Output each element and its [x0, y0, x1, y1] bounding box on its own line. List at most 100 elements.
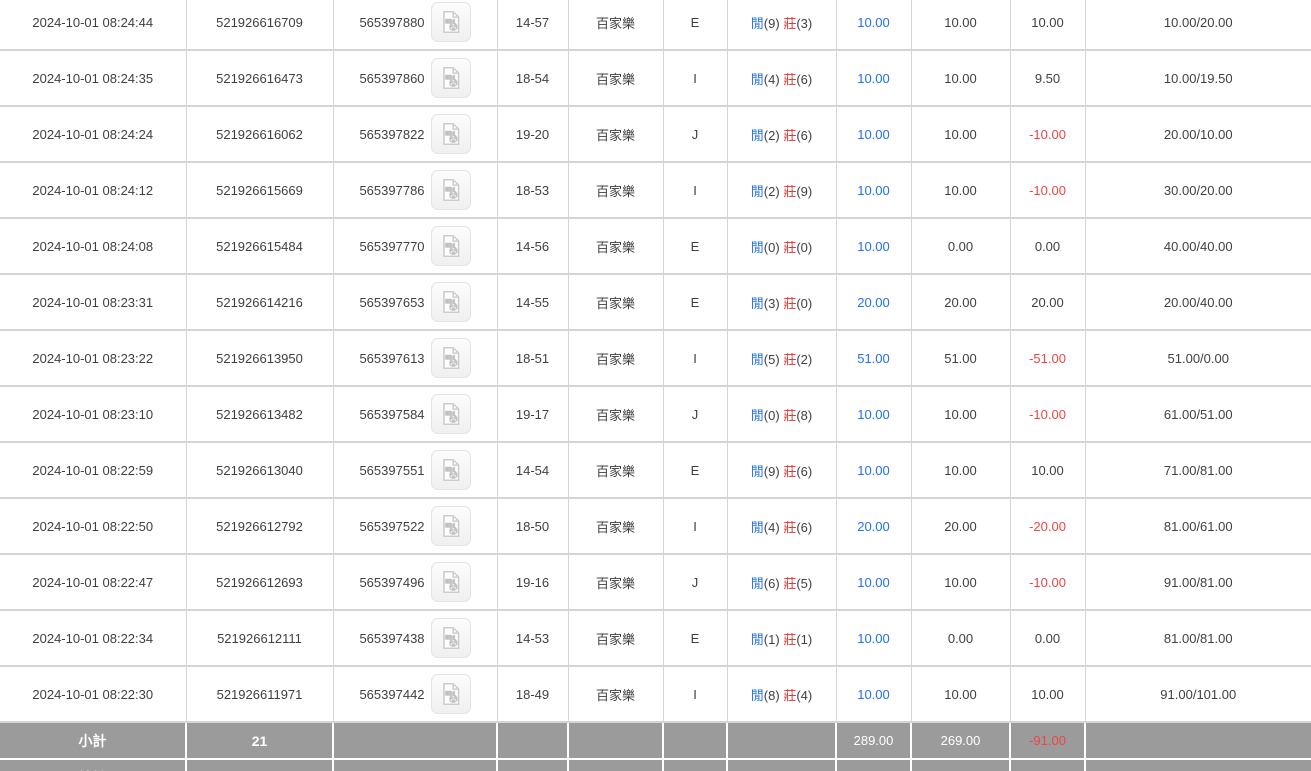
- balance: 10.00/19.50: [1085, 50, 1311, 106]
- bet-amount-link[interactable]: 10.00: [836, 0, 911, 50]
- summary-valid-amount: 269.00: [911, 759, 1010, 771]
- game-result: 閒2 莊6: [727, 106, 836, 162]
- round-cell: 565397786: [333, 162, 497, 218]
- win-loss: 0.00: [1010, 218, 1085, 274]
- table-row: 2024-10-01 08:23:22 521926613950 5653976…: [0, 330, 1311, 386]
- video-replay-button[interactable]: [431, 394, 471, 434]
- bet-id: 521926612792: [186, 498, 333, 554]
- game-result: 閒9 莊6: [727, 442, 836, 498]
- valid-amount: 0.00: [911, 610, 1010, 666]
- table-row: 2024-10-01 08:22:50 521926612792 5653975…: [0, 498, 1311, 554]
- video-replay-icon: [438, 457, 464, 483]
- summary-valid-amount: 269.00: [911, 722, 1010, 759]
- valid-amount: 20.00: [911, 498, 1010, 554]
- bet-amount-link[interactable]: 10.00: [836, 386, 911, 442]
- bet-time: 2024-10-01 08:23:22: [0, 330, 186, 386]
- player-label: 閒: [751, 72, 764, 87]
- table-code: I: [663, 162, 727, 218]
- video-replay-button[interactable]: [431, 562, 471, 602]
- table-row: 2024-10-01 08:24:24 521926616062 5653978…: [0, 106, 1311, 162]
- bet-amount-link[interactable]: 10.00: [836, 50, 911, 106]
- valid-amount: 20.00: [911, 274, 1010, 330]
- video-replay-icon: [438, 401, 464, 427]
- video-replay-button[interactable]: [431, 282, 471, 322]
- round-cell: 565397822: [333, 106, 497, 162]
- win-loss: -10.00: [1010, 106, 1085, 162]
- bet-amount-link[interactable]: 20.00: [836, 274, 911, 330]
- bet-amount-link[interactable]: 10.00: [836, 162, 911, 218]
- video-replay-button[interactable]: [431, 58, 471, 98]
- bet-time: 2024-10-01 08:24:35: [0, 50, 186, 106]
- video-replay-button[interactable]: [431, 170, 471, 210]
- summary-empty-cell: [333, 759, 497, 771]
- summary-row: 小計 21 289.00 269.00 -91.00: [0, 722, 1311, 759]
- round-cell: 565397770: [333, 218, 497, 274]
- summary-empty-cell: [727, 759, 836, 771]
- player-score: 0: [764, 408, 780, 423]
- game-result: 閒1 莊1: [727, 610, 836, 666]
- bet-amount-link[interactable]: 10.00: [836, 442, 911, 498]
- bet-id: 521926611971: [186, 666, 333, 722]
- bet-time: 2024-10-01 08:23:10: [0, 386, 186, 442]
- table-code: E: [663, 218, 727, 274]
- banker-score: 5: [796, 576, 812, 591]
- round-cell: 565397551: [333, 442, 497, 498]
- balance: 10.00/20.00: [1085, 0, 1311, 50]
- bet-amount-link[interactable]: 10.00: [836, 610, 911, 666]
- bet-id: 521926612111: [186, 610, 333, 666]
- bet-amount-link[interactable]: 10.00: [836, 666, 911, 722]
- balance: 30.00/20.00: [1085, 162, 1311, 218]
- table-row: 2024-10-01 08:22:59 521926613040 5653975…: [0, 442, 1311, 498]
- summary-empty-cell: [568, 759, 663, 771]
- bet-id: 521926613040: [186, 442, 333, 498]
- video-replay-icon: [438, 681, 464, 707]
- video-replay-button[interactable]: [431, 506, 471, 546]
- balance: 81.00/61.00: [1085, 498, 1311, 554]
- video-replay-button[interactable]: [431, 2, 471, 42]
- round-id: 565397551: [359, 463, 424, 478]
- player-score: 3: [764, 296, 780, 311]
- video-replay-button[interactable]: [431, 338, 471, 378]
- round-id: 565397880: [359, 15, 424, 30]
- banker-score: 4: [796, 688, 812, 703]
- bet-time: 2024-10-01 08:22:30: [0, 666, 186, 722]
- summary-empty-cell: [568, 722, 663, 759]
- video-replay-button[interactable]: [431, 226, 471, 266]
- table-code: I: [663, 50, 727, 106]
- player-score: 9: [764, 464, 780, 479]
- bet-amount-link[interactable]: 10.00: [836, 106, 911, 162]
- round-id: 565397653: [359, 295, 424, 310]
- video-replay-button[interactable]: [431, 674, 471, 714]
- bet-amount-link[interactable]: 51.00: [836, 330, 911, 386]
- valid-amount: 10.00: [911, 554, 1010, 610]
- bet-time: 2024-10-01 08:22:47: [0, 554, 186, 610]
- table-row: 2024-10-01 08:22:47 521926612693 5653974…: [0, 554, 1311, 610]
- win-loss: 10.00: [1010, 442, 1085, 498]
- video-replay-button[interactable]: [431, 618, 471, 658]
- video-replay-icon: [438, 65, 464, 91]
- video-replay-icon: [438, 9, 464, 35]
- summary-bet-amount: 289.00: [836, 759, 911, 771]
- summary-label: 小計: [0, 722, 186, 759]
- table-code: E: [663, 610, 727, 666]
- valid-amount: 10.00: [911, 50, 1010, 106]
- bet-amount-link[interactable]: 10.00: [836, 554, 911, 610]
- bet-amount-link[interactable]: 20.00: [836, 498, 911, 554]
- round-id: 565397770: [359, 239, 424, 254]
- banker-label: 莊: [783, 576, 796, 591]
- table-code: I: [663, 498, 727, 554]
- table-row: 2024-10-01 08:24:44 521926616709 5653978…: [0, 0, 1311, 50]
- player-label: 閒: [751, 240, 764, 255]
- balance: 81.00/81.00: [1085, 610, 1311, 666]
- valid-amount: 51.00: [911, 330, 1010, 386]
- valid-amount: 10.00: [911, 0, 1010, 50]
- video-replay-button[interactable]: [431, 450, 471, 490]
- shoe-round: 14-54: [497, 442, 568, 498]
- bet-amount-link[interactable]: 10.00: [836, 218, 911, 274]
- round-cell: 565397653: [333, 274, 497, 330]
- video-replay-button[interactable]: [431, 114, 471, 154]
- game-type: 百家樂: [568, 162, 663, 218]
- banker-score: 6: [796, 520, 812, 535]
- bet-time: 2024-10-01 08:22:34: [0, 610, 186, 666]
- banker-score: 2: [796, 352, 812, 367]
